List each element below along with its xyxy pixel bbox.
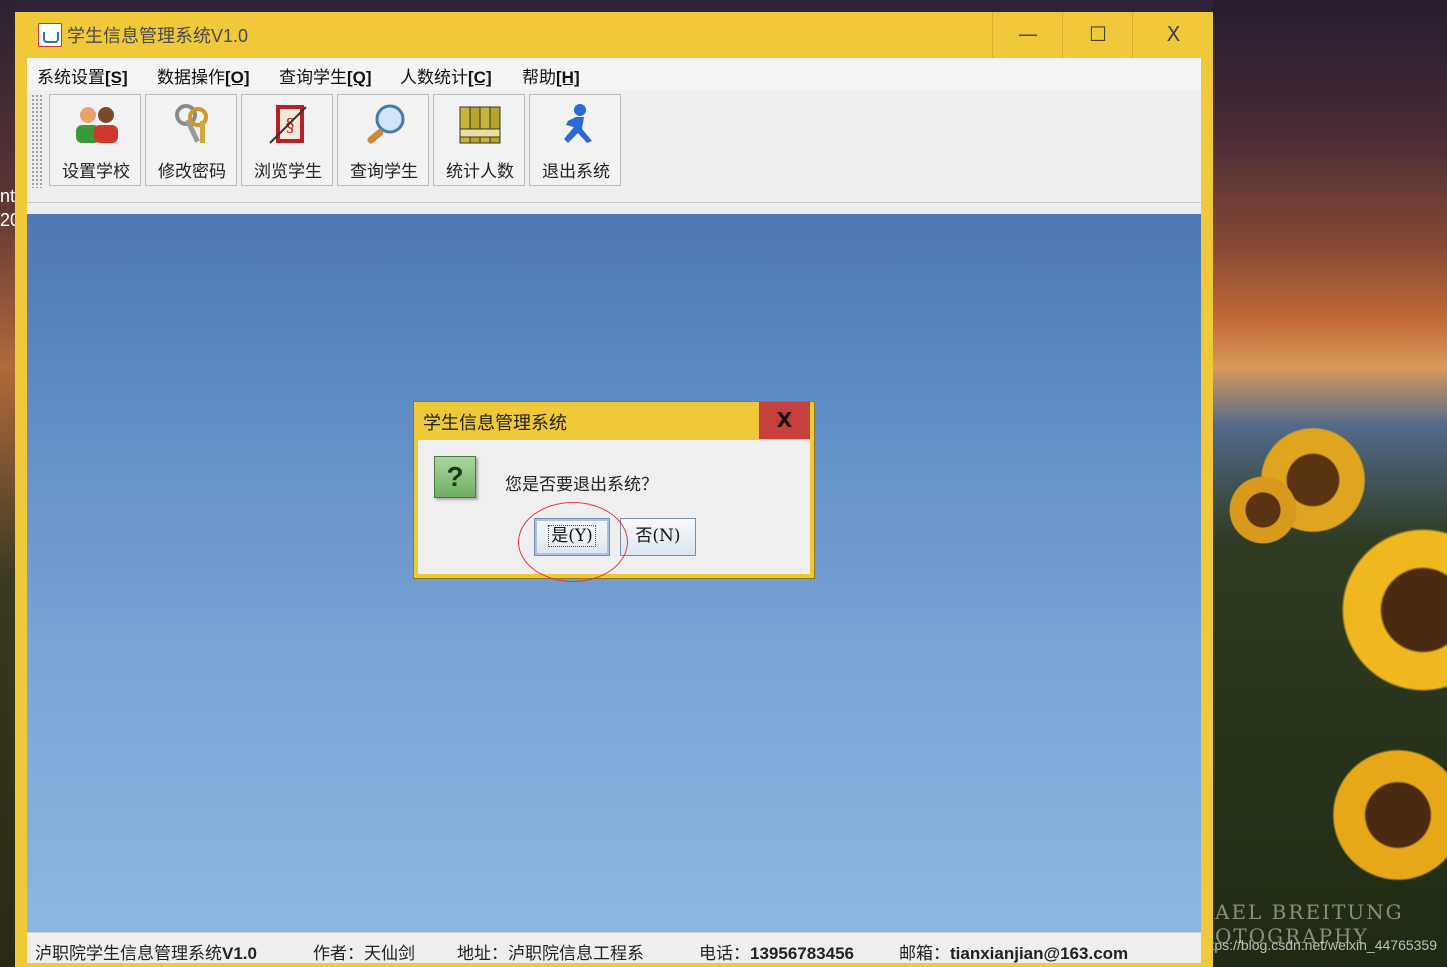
menu-headcount[interactable]: 人数统计[C] <box>400 63 492 88</box>
book-icon: § <box>269 105 307 144</box>
status-phone: 电话：13956783456 <box>699 944 855 964</box>
maximize-button[interactable]: ☐ <box>1062 12 1133 58</box>
dialog-close-button[interactable]: X <box>759 402 810 439</box>
wallpaper-watermark: AEL BREITUNG <box>1215 900 1404 924</box>
minimize-button[interactable]: — <box>992 12 1063 58</box>
status-app-name: 泸职院学生信息管理系统V1.0 <box>35 944 257 964</box>
running-man-icon <box>564 104 592 143</box>
desktop-edge-text: nt <box>0 186 16 206</box>
window-title: 学生信息管理系统V1.0 <box>67 26 249 46</box>
menu-data-operations[interactable]: 数据操作[O] <box>157 63 250 88</box>
dialog-title: 学生信息管理系统 <box>423 413 567 434</box>
dialog-body: ? 您是否要退出系统？ 是(Y) 否(N) <box>418 440 810 574</box>
toolbar-button-label: 浏览学生 <box>254 162 322 182</box>
yes-button-label: 是(Y) <box>548 525 596 547</box>
toolbar-button-label: 退出系统 <box>542 162 610 182</box>
exit-confirm-dialog: 学生信息管理系统 X ? 您是否要退出系统？ 是(Y) 否(N) <box>413 401 815 579</box>
yes-button[interactable]: 是(Y) <box>534 518 610 556</box>
menu-query-students[interactable]: 查询学生[Q] <box>279 63 372 88</box>
no-button[interactable]: 否(N) <box>620 518 696 556</box>
status-bar: 泸职院学生信息管理系统V1.0 作者：天仙剑 地址：泸职院信息工程系 电话：13… <box>27 932 1201 964</box>
menu-help[interactable]: 帮助[H] <box>522 63 580 88</box>
exit-system-button[interactable]: 退出系统 <box>529 94 621 186</box>
magnifier-icon <box>367 104 405 144</box>
change-password-button[interactable]: 修改密码 <box>145 94 237 186</box>
java-app-icon <box>38 23 62 47</box>
blog-url-watermark: https://blog.csdn.net/weixin_44765359 <box>1198 937 1437 953</box>
browse-students-button[interactable]: § 浏览学生 <box>241 94 333 186</box>
menu-system-settings[interactable]: 系统设置[S] <box>37 63 128 88</box>
count-students-button[interactable]: 统计人数 <box>433 94 525 186</box>
toolbar-button-label: 查询学生 <box>350 162 418 182</box>
toolbar: 设置学校 修改密码 § 浏览学生 查询学生 统计人数 退出系统 <box>27 90 1201 203</box>
status-email: 邮箱：tianxianjian@163.com <box>899 944 1129 964</box>
title-bar[interactable]: 学生信息管理系统V1.0 — ☐ X <box>15 12 1213 58</box>
status-author: 作者：天仙剑 <box>313 944 415 964</box>
toolbar-grip[interactable] <box>31 94 43 188</box>
close-button[interactable]: X <box>1132 12 1214 58</box>
desktop-wallpaper: AEL BREITUNG OTOGRAPHY <box>1213 0 1447 967</box>
binders-icon <box>459 106 501 144</box>
toolbar-button-label: 修改密码 <box>158 162 226 182</box>
desktop-wallpaper-left <box>0 0 15 967</box>
keys-icon <box>175 104 208 143</box>
query-students-button[interactable]: 查询学生 <box>337 94 429 186</box>
toolbar-button-label: 统计人数 <box>446 162 514 182</box>
menu-bar: 系统设置[S] 数据操作[O] 查询学生[Q] 人数统计[C] 帮助[H] <box>27 58 1201 90</box>
question-icon: ? <box>434 456 476 498</box>
status-address: 地址：泸职院信息工程系 <box>457 944 644 964</box>
users-icon <box>76 107 118 143</box>
dialog-message: 您是否要退出系统？ <box>505 475 658 495</box>
set-school-button[interactable]: 设置学校 <box>49 94 141 186</box>
toolbar-button-label: 设置学校 <box>62 162 130 182</box>
